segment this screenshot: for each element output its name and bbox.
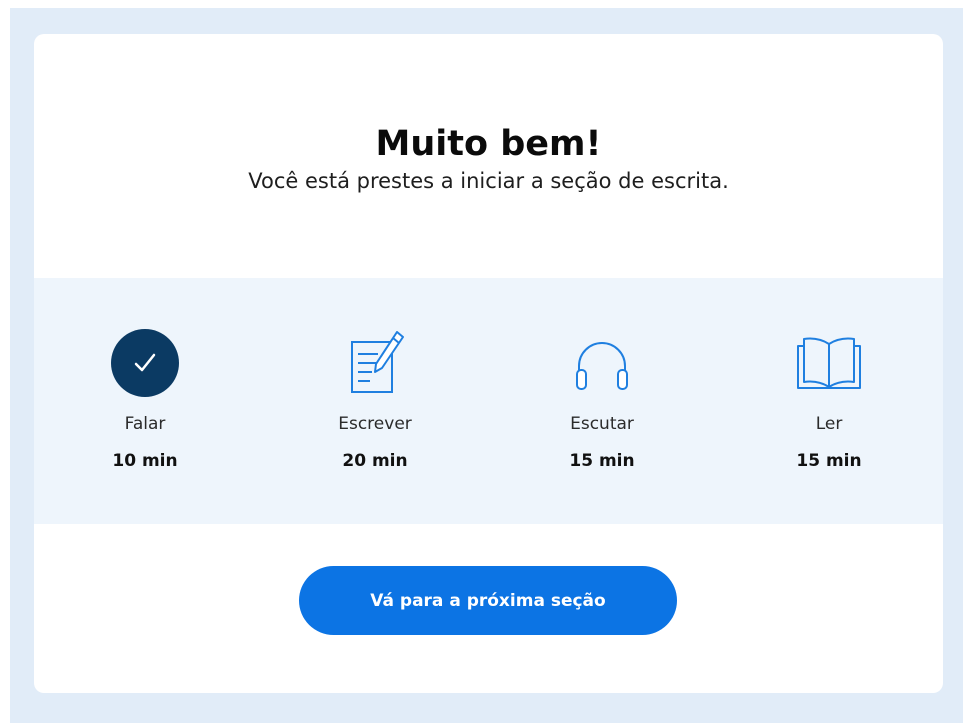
section-duration: 10 min xyxy=(112,451,178,471)
pencil-notepad-icon xyxy=(340,328,410,398)
sections-overview: Falar 10 min Escrever 20 min Escutar 15 … xyxy=(34,278,943,524)
section-name: Escrever xyxy=(338,414,412,434)
card-title: Muito bem! xyxy=(375,124,602,164)
section-name: Ler xyxy=(815,414,843,434)
section-duration: 15 min xyxy=(569,451,635,471)
section-name: Falar xyxy=(124,414,166,434)
section-name: Escutar xyxy=(570,414,634,434)
section-duration: 15 min xyxy=(796,451,862,471)
section-duration: 20 min xyxy=(342,451,408,471)
card-subtitle: Você está prestes a iniciar a seção de e… xyxy=(248,169,729,193)
section-speaking: Falar 10 min xyxy=(65,278,225,524)
next-section-button[interactable]: Vá para a próxima seção xyxy=(299,566,677,635)
check-circle-icon xyxy=(110,328,180,398)
open-book-icon xyxy=(794,328,864,398)
section-transition-card: Muito bem! Você está prestes a iniciar a… xyxy=(34,34,943,693)
section-listening: Escutar 15 min xyxy=(522,278,682,524)
section-writing: Escrever 20 min xyxy=(295,278,455,524)
headphones-icon xyxy=(567,328,637,398)
section-reading: Ler 15 min xyxy=(749,278,909,524)
